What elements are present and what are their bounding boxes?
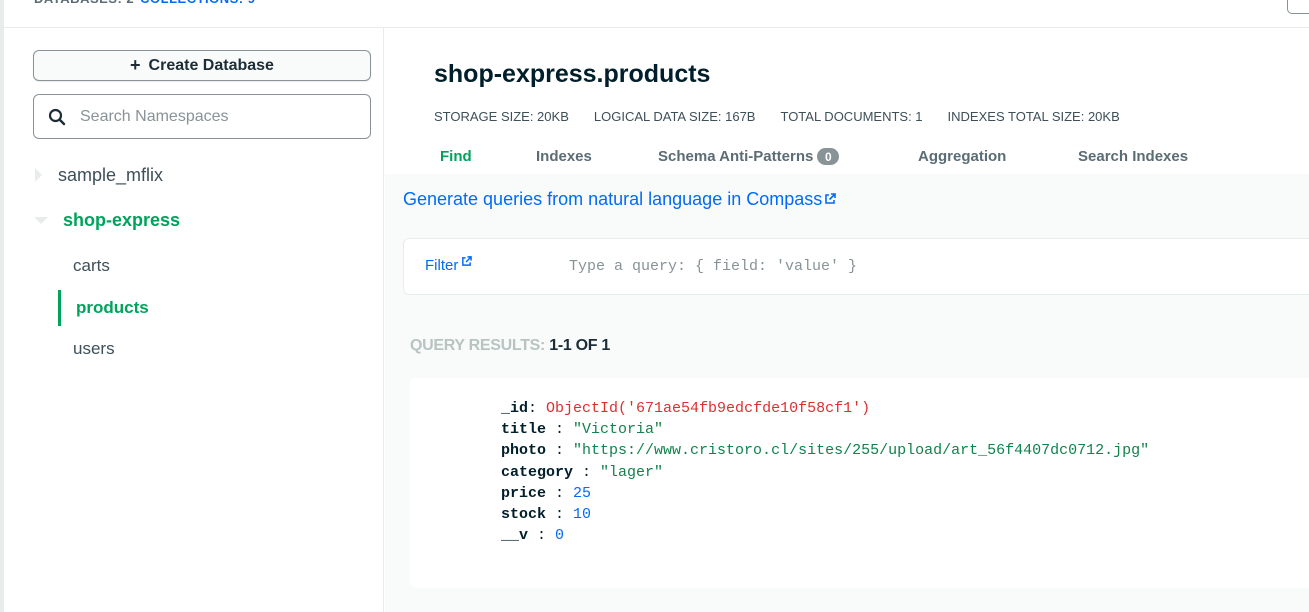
tab-indexes[interactable]: Indexes [536,148,592,165]
sidebar-collection-label: products [76,298,149,317]
external-link-icon [461,254,473,271]
caret-right-icon [33,167,53,183]
document-field-colon: : [546,506,574,524]
document-field-value: ObjectId('671ae54fb9edcfde10f58cf1') [546,400,871,417]
document-field-value: 0 [555,527,565,545]
stat-total-documents: TOTAL DOCUMENTS: 1 [780,109,923,124]
document-field-row: title : "Victoria" [501,419,1149,440]
document-field-row: stock : 10 [501,504,1149,525]
filter-label: Filter [425,257,459,274]
document-field-row: category : "lager" [501,462,1149,483]
sidebar-db-label: sample_mflix [58,164,164,185]
document-field-colon: : [573,463,601,481]
document-field-key: _id [501,400,529,417]
tab-search-indexes[interactable]: Search Indexes [1078,148,1188,165]
natural-language-compass-link[interactable]: Generate queries from natural language i… [403,189,837,210]
filter-query-input[interactable] [567,257,1267,276]
selected-indicator [58,290,61,326]
sidebar-collection-carts[interactable]: carts [58,248,110,284]
tab-find[interactable]: Find [440,148,472,165]
document-field-value: "Victoria" [573,421,664,439]
document-field-key: photo [501,442,547,460]
sidebar-collection-users[interactable]: users [58,331,115,367]
document-field-colon: : [546,484,574,502]
collection-tabs: Find Indexes Schema Anti-Patterns 0 Aggr… [385,138,1309,174]
document-field-value: "lager" [600,463,664,481]
document-field-value: 25 [573,484,592,502]
document-field-key: stock [501,506,547,524]
document-card[interactable]: _id: ObjectId('671ae54fb9edcfde10f58cf1'… [410,378,1309,588]
find-content-area: Generate queries from natural language i… [385,174,1309,612]
page-title: shop-express.products [434,60,711,88]
sidebar-collection-label: carts [73,256,110,275]
document-field-colon: : [528,400,547,417]
top-breadcrumb-strip: DATABASES: 2COLLECTIONS: 9 [0,0,1309,28]
sidebar-collection-products[interactable]: products [58,290,149,326]
document-field-row: price : 25 [501,483,1149,504]
query-results-label: QUERY RESULTS: 1-1 OF 1 [410,337,610,355]
window-control[interactable] [1287,0,1309,14]
document-field-row: _id: ObjectId('671ae54fb9edcfde10f58cf1'… [501,398,1149,419]
plus-icon: + [130,55,141,75]
document-field-key: price [501,484,547,502]
document-field-value: 10 [573,506,592,524]
stat-logical-data-size: LOGICAL DATA SIZE: 167B [593,109,756,124]
document-field-row: photo : "https://www.cristoro.cl/sites/2… [501,440,1149,461]
tab-schema-anti-patterns[interactable]: Schema Anti-Patterns 0 [658,148,840,165]
document-field-colon: : [546,421,574,439]
filter-link[interactable]: Filter [425,254,473,274]
document-field-key: title [501,421,547,439]
document-field-key: __v [501,527,529,545]
external-link-icon [824,189,837,210]
tab-schema-label: Schema Anti-Patterns [658,148,814,165]
create-database-label: Create Database [148,56,274,74]
document-field-colon: : [528,527,556,545]
sidebar-db-shop-express[interactable]: shop-express [33,207,180,233]
search-namespaces-box[interactable] [33,94,371,139]
create-database-button[interactable]: + Create Database [33,50,371,81]
caret-down-icon [33,215,53,225]
sidebar-collection-label: users [73,339,115,358]
nl-link-label: Generate queries from natural language i… [403,189,823,209]
search-icon [48,108,66,126]
sidebar-db-sample-mflix[interactable]: sample_mflix [33,162,163,188]
collection-main-panel: shop-express.products STORAGE SIZE: 20KB… [385,28,1309,612]
breadcrumb: DATABASES: 2COLLECTIONS: 9 [34,0,255,6]
stat-storage-size: STORAGE SIZE: 20KB [434,109,569,124]
namespace-sidebar: + Create Database sample_mflix shop-expr… [4,28,384,612]
tab-aggregation[interactable]: Aggregation [918,148,1006,165]
document-field-colon: : [546,442,574,460]
sidebar-db-label: shop-express [63,209,181,230]
query-results-prefix: QUERY RESULTS: [410,337,546,354]
document-field-value: "https://www.cristoro.cl/sites/255/uploa… [573,442,1150,460]
stat-indexes-total-size: INDEXES TOTAL SIZE: 20KB [947,109,1120,124]
schema-count-badge: 0 [817,148,840,165]
query-results-count: 1-1 OF 1 [549,337,610,354]
filter-bar: Filter [403,238,1309,295]
collection-stats: STORAGE SIZE: 20KB LOGICAL DATA SIZE: 16… [434,109,1145,124]
document-field-key: category [501,463,574,481]
document-fields: _id: ObjectId('671ae54fb9edcfde10f58cf1'… [501,398,1149,546]
document-field-row: __v : 0 [501,525,1149,546]
search-namespaces-input[interactable] [78,106,358,127]
